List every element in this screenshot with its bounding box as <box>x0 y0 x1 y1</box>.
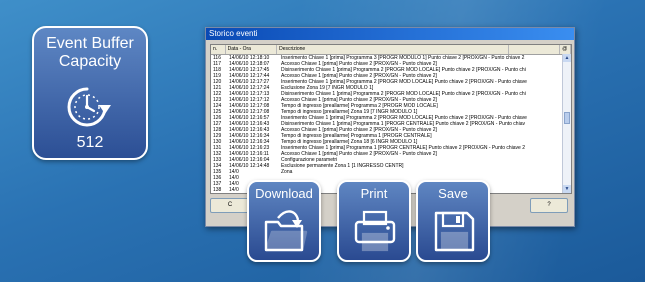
help-button[interactable]: ? <box>530 198 568 213</box>
floppy-disk-icon <box>434 211 475 252</box>
column-header-number[interactable]: n. <box>211 45 226 54</box>
column-header-date[interactable]: Data - Ora <box>226 45 278 54</box>
capacity-title-line2: Capacity <box>58 53 122 70</box>
capacity-value: 512 <box>76 134 104 151</box>
column-header-at[interactable]: @ <box>560 45 571 54</box>
event-buffer-capacity-tile: Event Buffer Capacity 512 <box>32 26 148 160</box>
scroll-thumb[interactable] <box>564 112 570 124</box>
capacity-title: Event Buffer Capacity <box>34 35 146 71</box>
vertical-scrollbar[interactable]: ▲ ▼ <box>562 54 571 193</box>
column-header-description[interactable]: Descrizione <box>277 45 509 54</box>
capacity-title-line1: Event Buffer <box>46 35 134 52</box>
download-label: Download <box>255 186 313 201</box>
events-table: n. Data - Ora Descrizione @ 116 14/06/10 … <box>210 44 572 194</box>
save-label: Save <box>438 186 468 201</box>
clock-refresh-icon <box>67 87 111 127</box>
close-button[interactable]: C <box>210 198 250 213</box>
folder-download-icon <box>264 210 308 252</box>
row-number: 138 <box>213 187 222 193</box>
scroll-up-icon[interactable]: ▲ <box>563 54 571 62</box>
download-button[interactable]: Download <box>247 180 321 262</box>
save-button[interactable]: Save <box>416 180 490 262</box>
scroll-down-icon[interactable]: ▼ <box>563 185 571 193</box>
print-button[interactable]: Print <box>337 180 411 262</box>
window-title: Storico eventi <box>206 28 574 40</box>
printer-icon <box>354 210 396 252</box>
table-header: n. Data - Ora Descrizione @ <box>211 45 571 55</box>
print-label: Print <box>360 186 388 201</box>
table-rows: 116 14/06/10 12:18:10 Inserimento Chiave 1… <box>211 55 563 193</box>
